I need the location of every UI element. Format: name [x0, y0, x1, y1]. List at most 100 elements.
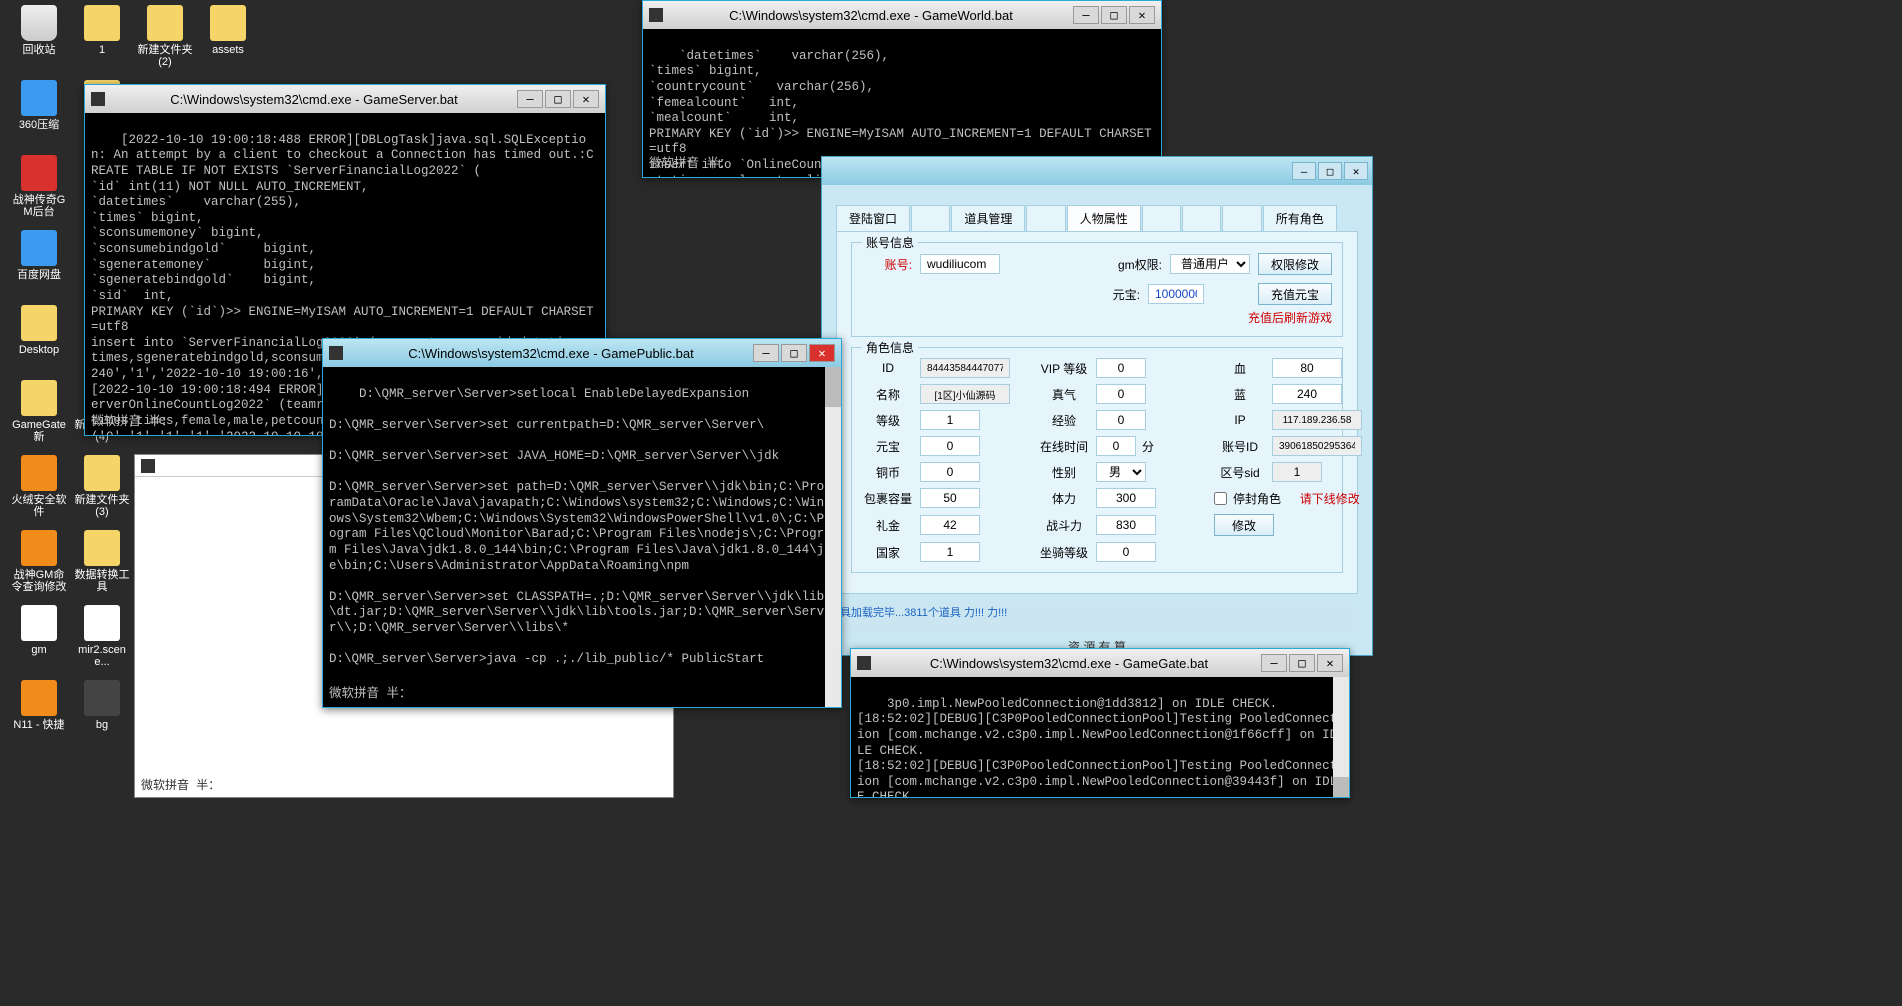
blue-field[interactable] — [1272, 384, 1342, 404]
gm-tool-window[interactable]: — □ ✕ 登陆窗口 道具管理 人物属性 所有角色 账号信息 账号: gm权限:… — [821, 156, 1373, 656]
minimize-button[interactable]: — — [1292, 162, 1316, 180]
maximize-button[interactable]: □ — [545, 90, 571, 108]
minimize-button[interactable]: — — [1073, 6, 1099, 24]
ime-status: 微软拼音 半： — [91, 415, 174, 431]
tab-item[interactable]: 所有角色 — [1263, 205, 1337, 231]
desktop-icon[interactable]: gm — [10, 605, 68, 675]
close-button[interactable]: ✕ — [573, 90, 599, 108]
desktop-icon[interactable]: 新建文件夹(3) — [73, 455, 131, 525]
desktop-icon[interactable]: mir2.scene... — [73, 605, 131, 675]
desktop-icon[interactable]: 回收站 — [10, 5, 68, 75]
tab-item[interactable] — [1026, 205, 1065, 231]
folder-icon — [21, 530, 57, 566]
tab-item[interactable] — [1182, 205, 1221, 231]
exp-field[interactable] — [1096, 410, 1146, 430]
close-button[interactable]: ✕ — [1317, 654, 1343, 672]
minimize-button[interactable]: — — [517, 90, 543, 108]
bag-field[interactable] — [920, 488, 980, 508]
folder-icon — [21, 605, 57, 641]
minimize-button[interactable]: — — [753, 344, 779, 362]
minimize-button[interactable]: — — [1261, 654, 1287, 672]
account-label: 账号: — [862, 256, 912, 273]
tab-item[interactable]: 人物属性 — [1067, 205, 1141, 231]
close-button[interactable]: ✕ — [809, 344, 835, 362]
folder-icon — [21, 80, 57, 116]
cmd-window-gamepublic[interactable]: C:\Windows\system32\cmd.exe - GamePublic… — [322, 338, 842, 708]
icon-label: 360压缩 — [19, 119, 59, 131]
account-input[interactable] — [920, 254, 1000, 274]
perm-edit-button[interactable]: 权限修改 — [1258, 253, 1332, 275]
maximize-button[interactable]: □ — [1318, 162, 1342, 180]
desktop-icon[interactable]: GameGate新 — [10, 380, 68, 450]
ime-status: 微软拼音 半： — [329, 687, 412, 703]
tab-item[interactable] — [911, 205, 950, 231]
desktop-icon[interactable]: bg — [73, 680, 131, 750]
maximize-button[interactable]: □ — [1289, 654, 1315, 672]
titlebar[interactable]: C:\Windows\system32\cmd.exe - GameServer… — [85, 85, 605, 113]
desktop-icon[interactable]: assets — [199, 5, 257, 75]
tab-item[interactable] — [1222, 205, 1261, 231]
desktop-icon[interactable]: Desktop — [10, 305, 68, 375]
folder-icon — [21, 155, 57, 191]
folder-icon — [84, 605, 120, 641]
folder-icon — [84, 530, 120, 566]
perm-select[interactable]: 普通用户 — [1170, 254, 1250, 274]
vip-field[interactable] — [1096, 358, 1146, 378]
stop-role-checkbox[interactable] — [1214, 492, 1227, 505]
edit-button[interactable]: 修改 — [1214, 514, 1274, 536]
desktop-icon[interactable]: 新建文件夹(2) — [136, 5, 194, 75]
folder-icon — [21, 680, 57, 716]
blood-field[interactable] — [1272, 358, 1342, 378]
close-button[interactable]: ✕ — [1344, 162, 1368, 180]
zhenqi-field[interactable] — [1096, 384, 1146, 404]
online-field[interactable] — [1096, 436, 1136, 456]
tili-field[interactable] — [1096, 488, 1156, 508]
icon-label: GameGate新 — [10, 419, 68, 443]
cmd-window-gamegate[interactable]: C:\Windows\system32\cmd.exe - GameGate.b… — [850, 648, 1350, 798]
desktop-icon[interactable]: 1 — [73, 5, 131, 75]
terminal-output: D:\QMR_server\Server>setlocal EnableDela… — [323, 367, 841, 707]
yb-field[interactable] — [920, 436, 980, 456]
desktop-icon[interactable]: 战神GM命令查询修改 — [10, 530, 68, 600]
tab-item[interactable]: 登陆窗口 — [836, 205, 910, 231]
maximize-button[interactable]: □ — [781, 344, 807, 362]
desktop-icon[interactable]: N11 - 快捷 — [10, 680, 68, 750]
icon-label: Desktop — [19, 344, 59, 356]
sid-field — [1272, 462, 1322, 482]
titlebar[interactable]: C:\Windows\system32\cmd.exe - GamePublic… — [323, 339, 841, 367]
titlebar[interactable]: — □ ✕ — [822, 157, 1372, 185]
recharge-button[interactable]: 充值元宝 — [1258, 283, 1332, 305]
window-title: C:\Windows\system32\cmd.exe - GameWorld.… — [669, 8, 1073, 23]
cmd-window-gameworld[interactable]: C:\Windows\system32\cmd.exe - GameWorld.… — [642, 0, 1162, 178]
maximize-button[interactable]: □ — [1101, 6, 1127, 24]
close-button[interactable]: ✕ — [1129, 6, 1155, 24]
yuanbao-input[interactable] — [1148, 284, 1204, 304]
gift-field[interactable] — [920, 515, 980, 535]
folder-icon — [21, 305, 57, 341]
scrollbar[interactable] — [825, 367, 841, 707]
icon-label: 百度网盘 — [17, 269, 61, 281]
desktop-icon[interactable]: 数据转换工具 — [73, 530, 131, 600]
power-field[interactable] — [1096, 515, 1156, 535]
desktop-icon[interactable]: 百度网盘 — [10, 230, 68, 300]
scrollbar[interactable] — [1333, 677, 1349, 797]
window-title: C:\Windows\system32\cmd.exe - GamePublic… — [349, 346, 753, 361]
level-field[interactable] — [920, 410, 980, 430]
accid-field — [1272, 436, 1362, 456]
sex-select[interactable]: 男 — [1096, 462, 1146, 482]
icon-label: gm — [31, 644, 46, 656]
ime-status: 微软拼音 半： — [649, 157, 732, 173]
terminal-output: 3p0.impl.NewPooledConnection@1dd3812] on… — [851, 677, 1349, 797]
tab-item[interactable] — [1142, 205, 1181, 231]
titlebar[interactable]: C:\Windows\system32\cmd.exe - GameGate.b… — [851, 649, 1349, 677]
icon-label: bg — [96, 719, 108, 731]
id-field — [920, 358, 1010, 378]
desktop-icon[interactable]: 360压缩 — [10, 80, 68, 150]
desktop-icon[interactable]: 战神传奇GM后台 — [10, 155, 68, 225]
country-field[interactable] — [920, 542, 980, 562]
titlebar[interactable]: C:\Windows\system32\cmd.exe - GameWorld.… — [643, 1, 1161, 29]
desktop-icon[interactable]: 火绒安全软件 — [10, 455, 68, 525]
tab-item[interactable]: 道具管理 — [951, 205, 1025, 231]
mount-field[interactable] — [1096, 542, 1156, 562]
coin-field[interactable] — [920, 462, 980, 482]
